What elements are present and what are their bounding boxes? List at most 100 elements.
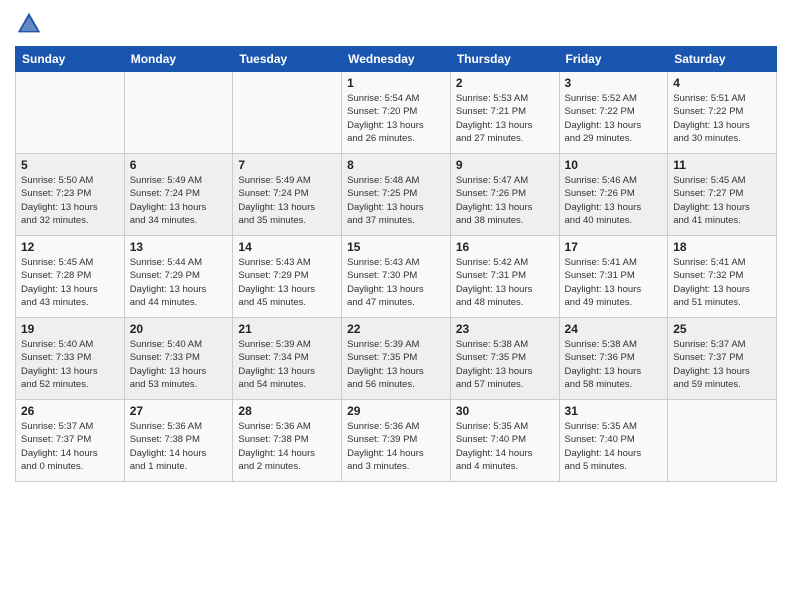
calendar-week-row: 1 Sunrise: 5:54 AM Sunset: 7:20 PM Daylig… [16, 72, 777, 154]
day-info: Sunrise: 5:38 AM Sunset: 7:36 PM Dayligh… [565, 338, 663, 391]
day-info: Sunrise: 5:35 AM Sunset: 7:40 PM Dayligh… [565, 420, 663, 473]
calendar-cell: 9 Sunrise: 5:47 AM Sunset: 7:26 PM Daylig… [450, 154, 559, 236]
day-info: Sunrise: 5:51 AM Sunset: 7:22 PM Dayligh… [673, 92, 771, 145]
calendar-cell [124, 72, 233, 154]
calendar-cell: 13Sunrise: 5:44 AM Sunset: 7:29 PM Dayli… [124, 236, 233, 318]
day-number: 1 [347, 76, 445, 90]
day-info: Sunrise: 5:47 AM Sunset: 7:26 PM Dayligh… [456, 174, 554, 227]
calendar-cell: 1 Sunrise: 5:54 AM Sunset: 7:20 PM Daylig… [342, 72, 451, 154]
day-number: 19 [21, 322, 119, 336]
calendar-cell: 31Sunrise: 5:35 AM Sunset: 7:40 PM Dayli… [559, 400, 668, 482]
calendar-cell: 27Sunrise: 5:36 AM Sunset: 7:38 PM Dayli… [124, 400, 233, 482]
day-number: 3 [565, 76, 663, 90]
calendar-cell: 26Sunrise: 5:37 AM Sunset: 7:37 PM Dayli… [16, 400, 125, 482]
calendar-cell: 14Sunrise: 5:43 AM Sunset: 7:29 PM Dayli… [233, 236, 342, 318]
weekday-header-row: SundayMondayTuesdayWednesdayThursdayFrid… [16, 47, 777, 72]
calendar-table: SundayMondayTuesdayWednesdayThursdayFrid… [15, 46, 777, 482]
day-info: Sunrise: 5:43 AM Sunset: 7:30 PM Dayligh… [347, 256, 445, 309]
weekday-header-wednesday: Wednesday [342, 47, 451, 72]
day-number: 23 [456, 322, 554, 336]
calendar-cell: 2 Sunrise: 5:53 AM Sunset: 7:21 PM Daylig… [450, 72, 559, 154]
weekday-header-monday: Monday [124, 47, 233, 72]
calendar-cell: 16 Sunrise: 5:42 AM Sunset: 7:31 PM Dayli… [450, 236, 559, 318]
day-number: 16 [456, 240, 554, 254]
day-number: 6 [130, 158, 228, 172]
day-info: Sunrise: 5:41 AM Sunset: 7:32 PM Dayligh… [673, 256, 771, 309]
day-number: 18 [673, 240, 771, 254]
day-info: Sunrise: 5:45 AM Sunset: 7:28 PM Dayligh… [21, 256, 119, 309]
calendar-cell: 21 Sunrise: 5:39 AM Sunset: 7:34 PM Dayli… [233, 318, 342, 400]
day-info: Sunrise: 5:36 AM Sunset: 7:38 PM Dayligh… [238, 420, 336, 473]
calendar-cell: 5 Sunrise: 5:50 AM Sunset: 7:23 PM Daylig… [16, 154, 125, 236]
day-number: 20 [130, 322, 228, 336]
calendar-cell: 22 Sunrise: 5:39 AM Sunset: 7:35 PM Dayli… [342, 318, 451, 400]
day-number: 28 [238, 404, 336, 418]
calendar-cell: 29Sunrise: 5:36 AM Sunset: 7:39 PM Dayli… [342, 400, 451, 482]
calendar-cell: 4 Sunrise: 5:51 AM Sunset: 7:22 PM Daylig… [668, 72, 777, 154]
page-container: SundayMondayTuesdayWednesdayThursdayFrid… [0, 0, 792, 612]
day-info: Sunrise: 5:36 AM Sunset: 7:38 PM Dayligh… [130, 420, 228, 473]
header [15, 10, 777, 38]
logo-icon [15, 10, 43, 38]
day-number: 4 [673, 76, 771, 90]
calendar-cell: 18 Sunrise: 5:41 AM Sunset: 7:32 PM Dayli… [668, 236, 777, 318]
day-info: Sunrise: 5:35 AM Sunset: 7:40 PM Dayligh… [456, 420, 554, 473]
calendar-body: 1 Sunrise: 5:54 AM Sunset: 7:20 PM Daylig… [16, 72, 777, 482]
weekday-header-sunday: Sunday [16, 47, 125, 72]
calendar-cell: 24 Sunrise: 5:38 AM Sunset: 7:36 PM Dayli… [559, 318, 668, 400]
day-info: Sunrise: 5:49 AM Sunset: 7:24 PM Dayligh… [130, 174, 228, 227]
calendar-cell [16, 72, 125, 154]
calendar-cell: 10 Sunrise: 5:46 AM Sunset: 7:26 PM Dayli… [559, 154, 668, 236]
calendar-cell: 17 Sunrise: 5:41 AM Sunset: 7:31 PM Dayli… [559, 236, 668, 318]
day-info: Sunrise: 5:41 AM Sunset: 7:31 PM Dayligh… [565, 256, 663, 309]
calendar-cell: 3 Sunrise: 5:52 AM Sunset: 7:22 PM Daylig… [559, 72, 668, 154]
calendar-header: SundayMondayTuesdayWednesdayThursdayFrid… [16, 47, 777, 72]
day-number: 5 [21, 158, 119, 172]
day-info: Sunrise: 5:43 AM Sunset: 7:29 PM Dayligh… [238, 256, 336, 309]
day-number: 24 [565, 322, 663, 336]
day-number: 8 [347, 158, 445, 172]
calendar-cell: 6 Sunrise: 5:49 AM Sunset: 7:24 PM Daylig… [124, 154, 233, 236]
calendar-cell: 23 Sunrise: 5:38 AM Sunset: 7:35 PM Dayli… [450, 318, 559, 400]
calendar-cell: 20 Sunrise: 5:40 AM Sunset: 7:33 PM Dayli… [124, 318, 233, 400]
day-info: Sunrise: 5:37 AM Sunset: 7:37 PM Dayligh… [673, 338, 771, 391]
day-info: Sunrise: 5:40 AM Sunset: 7:33 PM Dayligh… [130, 338, 228, 391]
calendar-cell: 11Sunrise: 5:45 AM Sunset: 7:27 PM Dayli… [668, 154, 777, 236]
day-number: 21 [238, 322, 336, 336]
calendar-cell: 12 Sunrise: 5:45 AM Sunset: 7:28 PM Dayli… [16, 236, 125, 318]
day-number: 7 [238, 158, 336, 172]
calendar-week-row: 5 Sunrise: 5:50 AM Sunset: 7:23 PM Daylig… [16, 154, 777, 236]
day-info: Sunrise: 5:40 AM Sunset: 7:33 PM Dayligh… [21, 338, 119, 391]
day-number: 10 [565, 158, 663, 172]
day-number: 13 [130, 240, 228, 254]
weekday-header-thursday: Thursday [450, 47, 559, 72]
day-number: 9 [456, 158, 554, 172]
logo [15, 10, 47, 38]
calendar-week-row: 19 Sunrise: 5:40 AM Sunset: 7:33 PM Dayli… [16, 318, 777, 400]
calendar-week-row: 26Sunrise: 5:37 AM Sunset: 7:37 PM Dayli… [16, 400, 777, 482]
calendar-cell: 8 Sunrise: 5:48 AM Sunset: 7:25 PM Daylig… [342, 154, 451, 236]
weekday-header-saturday: Saturday [668, 47, 777, 72]
day-number: 22 [347, 322, 445, 336]
day-info: Sunrise: 5:52 AM Sunset: 7:22 PM Dayligh… [565, 92, 663, 145]
day-info: Sunrise: 5:46 AM Sunset: 7:26 PM Dayligh… [565, 174, 663, 227]
calendar-cell: 7Sunrise: 5:49 AM Sunset: 7:24 PM Daylig… [233, 154, 342, 236]
day-info: Sunrise: 5:50 AM Sunset: 7:23 PM Dayligh… [21, 174, 119, 227]
calendar-cell [668, 400, 777, 482]
day-info: Sunrise: 5:39 AM Sunset: 7:34 PM Dayligh… [238, 338, 336, 391]
calendar-cell: 15Sunrise: 5:43 AM Sunset: 7:30 PM Dayli… [342, 236, 451, 318]
day-number: 11 [673, 158, 771, 172]
day-info: Sunrise: 5:53 AM Sunset: 7:21 PM Dayligh… [456, 92, 554, 145]
day-number: 25 [673, 322, 771, 336]
day-info: Sunrise: 5:48 AM Sunset: 7:25 PM Dayligh… [347, 174, 445, 227]
day-number: 29 [347, 404, 445, 418]
weekday-header-friday: Friday [559, 47, 668, 72]
day-number: 2 [456, 76, 554, 90]
day-info: Sunrise: 5:38 AM Sunset: 7:35 PM Dayligh… [456, 338, 554, 391]
day-info: Sunrise: 5:42 AM Sunset: 7:31 PM Dayligh… [456, 256, 554, 309]
weekday-header-tuesday: Tuesday [233, 47, 342, 72]
day-number: 17 [565, 240, 663, 254]
day-info: Sunrise: 5:39 AM Sunset: 7:35 PM Dayligh… [347, 338, 445, 391]
day-info: Sunrise: 5:54 AM Sunset: 7:20 PM Dayligh… [347, 92, 445, 145]
day-number: 12 [21, 240, 119, 254]
